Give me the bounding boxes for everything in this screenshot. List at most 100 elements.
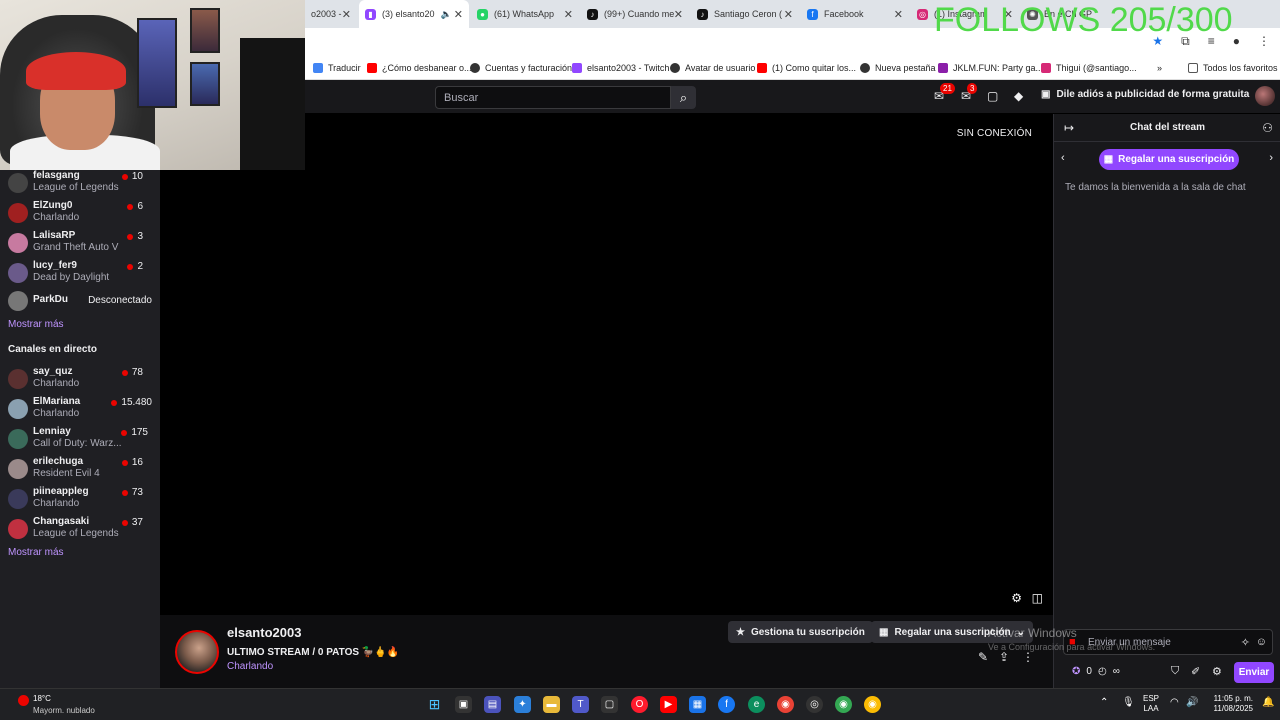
bookmark-item[interactable]: (1) Como quitar los... [757,56,856,80]
video-player[interactable]: SIN CONEXIÓN ⚙ ◫ [160,114,1053,615]
chevron-right-icon[interactable]: › [1269,152,1273,164]
screen: o2003 - ✕ ▮ (3) elsanto20 🔈 ✕ ● (61) Wha… [0,0,1280,720]
activate-windows-hint: Ve a Configuración para activar Windows. [988,642,1156,652]
sidebar-channel[interactable]: Lenniay Call of Duty: Warz... 175 [0,426,160,456]
sidebar-channel[interactable]: ElZung0 Charlando 6 [0,200,160,230]
folder-icon [1188,63,1198,73]
sidebar-channel[interactable]: felasgang League of Legends 10 [0,170,160,200]
crown-icon[interactable]: ◆ [1014,89,1023,103]
task-view-icon[interactable]: ▣ [455,696,472,713]
facebook-icon[interactable]: f [718,696,735,713]
windows-start-icon[interactable]: ⊞ [426,696,443,713]
system-clock[interactable]: 11:05 p. m. 11/08/2025 [1207,694,1253,714]
bookmark-item[interactable]: Cuentas y facturación [470,56,572,80]
speaker-icon[interactable]: 🔈 [441,9,452,20]
opera-icon[interactable]: O [631,696,648,713]
bookmark-item[interactable]: ¿Cómo desbanear o... [367,56,472,80]
chrome-profile-2-icon[interactable]: ◉ [864,696,881,713]
chat-settings-icon[interactable]: ⚙ [1212,665,1222,678]
browser-tab[interactable]: ♪ (99+) Cuando me ✕ [581,0,689,28]
bookmark-folder[interactable]: Todos los favoritos [1188,56,1278,80]
chat-title: Chat del stream [1129,122,1206,133]
close-tab-icon[interactable]: ✕ [784,8,793,21]
bookmark-item[interactable]: JKLM.FUN: Party ga... [938,56,1043,80]
offline-label: SIN CONEXIÓN [956,128,1032,139]
sidebar-channel[interactable]: piineappleg Charlando 73 [0,486,160,516]
channel-points[interactable]: ✪ 0 ◴ ∞ [1072,666,1120,677]
browser-tab-active[interactable]: ▮ (3) elsanto20 🔈 ✕ [359,0,469,28]
browser-tab[interactable]: ♪ Santiago Ceron ( ✕ [691,0,799,28]
sidebar-channel[interactable]: Changasaki League of Legends 37 [0,516,160,546]
show-more-link[interactable]: Mostrar más [8,547,64,558]
bookmark-item[interactable]: Thigui (@santiago... [1041,56,1137,80]
tray-chevron-up-icon[interactable]: ⌃ [1100,697,1108,708]
input-language[interactable]: ESP LAA [1143,694,1159,714]
sidebar-channel[interactable]: say_quz Charlando 78 [0,366,160,396]
settings-gear-icon[interactable]: ⚙ [1011,591,1022,605]
obs-icon[interactable]: ◎ [806,696,823,713]
notifications-icon[interactable]: ✉ 21 [934,83,955,103]
volume-icon[interactable]: 🔊 [1186,697,1198,708]
more-options-icon[interactable]: ⋮ [1022,650,1034,664]
inbox-icon[interactable]: ✉ 3 [961,83,978,103]
teams-chat-icon[interactable]: ▤ [484,696,501,713]
theatre-mode-icon[interactable]: ◫ [1032,591,1043,605]
calculator-icon[interactable]: ▦ [689,696,706,713]
copilot-icon[interactable]: ✦ [514,696,531,713]
streamer-avatar[interactable] [175,630,219,674]
notifications-badge: 21 [940,83,955,94]
browser-tab[interactable]: f Facebook ✕ [801,0,909,28]
chrome-icon[interactable]: ◉ [777,696,794,713]
chevron-left-icon[interactable]: ‹ [1061,152,1065,164]
community-icon[interactable]: ⚇ [1262,121,1273,135]
twitch-icon [572,63,582,73]
browser-tab[interactable]: ● (61) WhatsApp ✕ [471,0,579,28]
whispers-icon[interactable]: ▢ [987,89,998,103]
gift-icon: ▦ [1103,154,1114,165]
chrome-profile-icon[interactable]: ◉ [835,696,852,713]
teams-icon[interactable]: T [572,696,589,713]
emote-icon[interactable]: ☺ [1256,636,1267,648]
manage-subscription-button[interactable]: ★ Gestiona tu suscripción [728,621,873,643]
streamer-name[interactable]: elsanto2003 [227,625,301,640]
shield-icon[interactable]: ⛉ [1171,665,1179,678]
edit-pencil-icon[interactable]: ✎ [978,650,988,664]
close-tab-icon[interactable]: ✕ [342,8,351,21]
send-button[interactable]: Enviar [1234,662,1274,683]
youtube-icon[interactable]: ▶ [660,696,677,713]
sidebar-channel[interactable]: LalisaRP Grand Theft Auto V 3 [0,230,160,260]
show-more-link[interactable]: Mostrar más [8,319,64,330]
gift-subscription-pill[interactable]: ▦ Regalar una suscripción [1099,149,1239,170]
profile-icon[interactable]: ● [1233,34,1240,49]
user-avatar[interactable] [1255,86,1275,106]
windows-taskbar: 18°C Mayorm. nublado ⊞ ▣ ▤ ✦ ▬ T ▢ O ▶ ▦… [0,688,1280,720]
menu-dots-icon[interactable]: ⋮ [1258,34,1270,49]
bookmark-item[interactable]: Avatar de usuario [670,56,755,80]
browser-tab[interactable]: o2003 - ✕ [305,0,357,28]
bookmark-item[interactable]: Traducir [313,56,361,80]
sidebar-channel[interactable]: erilechuga Resident Evil 4 16 [0,456,160,486]
bits-icon[interactable]: ✧ [1241,636,1250,649]
close-tab-icon[interactable]: ✕ [454,8,463,21]
ad-free-button[interactable]: ▣ Dile adiós a publicidad de forma gratui… [1041,89,1249,100]
close-tab-icon[interactable]: ✕ [674,8,683,21]
close-tab-icon[interactable]: ✕ [894,8,903,21]
translate-icon [313,63,323,73]
sidebar-channel[interactable]: ElMariana Charlando 15.480 [0,396,160,426]
stream-category-link[interactable]: Charlando [227,661,273,672]
more-bookmarks-icon[interactable]: » [1157,56,1162,80]
sidebar-channel[interactable]: lucy_fer9 Dead by Daylight 2 [0,260,160,290]
wifi-icon[interactable]: ◠ [1170,697,1179,708]
file-explorer-icon[interactable]: ▬ [543,696,560,713]
edge-icon[interactable]: e [748,696,765,713]
search-button[interactable]: ⌕ [671,86,696,109]
pen-icon[interactable]: ✐ [1191,665,1200,678]
close-tab-icon[interactable]: ✕ [564,8,573,21]
bookmark-item[interactable]: Nueva pestaña [860,56,936,80]
share-icon[interactable]: ⇪ [999,650,1009,664]
notifications-bell-icon[interactable]: 🔔 [1262,697,1274,708]
bookmark-item[interactable]: elsanto2003 - Twitch [572,56,669,80]
app-icon[interactable]: ▢ [601,696,618,713]
microphone-icon[interactable]: 🎙 [1122,697,1135,708]
search-input[interactable]: Buscar [435,86,671,109]
